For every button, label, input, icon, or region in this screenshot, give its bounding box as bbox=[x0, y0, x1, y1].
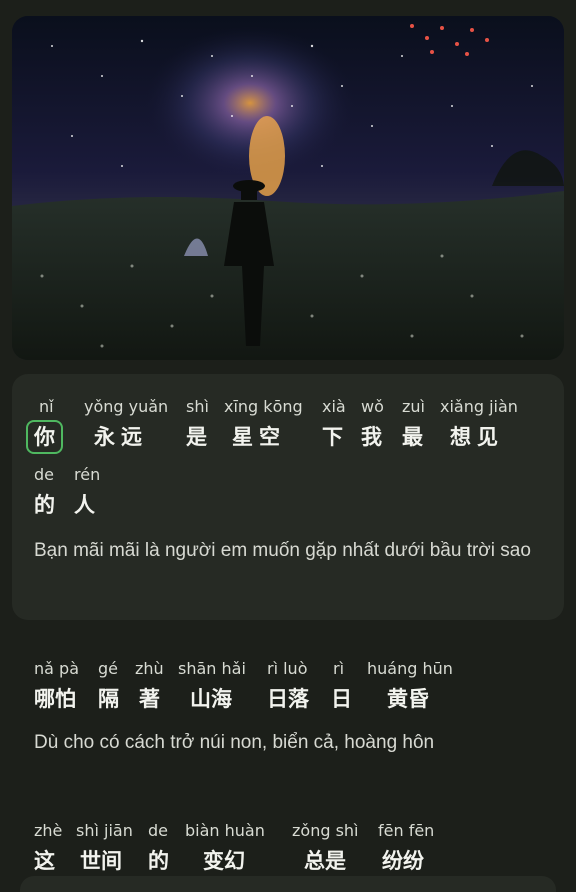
lyric-word[interactable]: shì jiān 世间 bbox=[76, 820, 133, 878]
hanzi: 的 bbox=[148, 849, 175, 873]
lyric-word[interactable]: rì luò 日落 bbox=[267, 658, 309, 716]
pinyin: shān hǎi bbox=[178, 659, 246, 678]
translation-text: Bạn mãi mãi là người em muốn gặp nhất dư… bbox=[34, 540, 531, 561]
pinyin: shì jiān bbox=[76, 821, 133, 840]
pinyin: zhù bbox=[135, 659, 164, 678]
hanzi: 人 bbox=[74, 493, 101, 517]
lyric-line-1[interactable]: nǐ 你 yǒng yuǎn 永远 shì 是 xīng kōng 星空 xià… bbox=[12, 374, 564, 620]
video-frame[interactable] bbox=[12, 16, 564, 360]
pinyin: huáng hūn bbox=[367, 659, 453, 678]
hanzi: 日 bbox=[331, 687, 358, 711]
hanzi: 山海 bbox=[190, 687, 232, 711]
pinyin: de bbox=[34, 465, 54, 484]
pinyin: biàn huàn bbox=[185, 821, 265, 840]
lyric-word[interactable]: xiǎng jiàn 想见 bbox=[440, 396, 518, 454]
lyric-word[interactable]: rì 日 bbox=[331, 658, 358, 716]
pinyin: zuì bbox=[402, 397, 425, 416]
hanzi: 纷纷 bbox=[382, 849, 424, 873]
hanzi: 日落 bbox=[267, 687, 309, 711]
lyric-line-2[interactable]: nǎ pà 哪怕 gé 隔 zhù 著 shān hǎi 山海 rì luò 日… bbox=[12, 636, 564, 786]
starry-night-image bbox=[12, 16, 564, 360]
pinyin: fēn fēn bbox=[378, 821, 435, 840]
pinyin: nǐ bbox=[39, 397, 54, 416]
lyric-word[interactable]: de 的 bbox=[34, 464, 61, 522]
lyric-word[interactable]: nǎ pà 哪怕 bbox=[34, 658, 79, 716]
lyric-word[interactable]: zhù 著 bbox=[135, 658, 166, 716]
pinyin: rén bbox=[74, 465, 101, 484]
hanzi: 最 bbox=[402, 425, 429, 449]
hanzi: 隔 bbox=[98, 687, 125, 711]
hanzi-highlighted: 你 bbox=[26, 420, 63, 454]
pinyin: gé bbox=[98, 659, 118, 678]
pinyin: yǒng yuǎn bbox=[84, 397, 169, 416]
lyric-word[interactable]: xià 下 bbox=[322, 396, 349, 454]
hanzi: 星空 bbox=[232, 425, 286, 449]
next-lyric-card[interactable] bbox=[20, 876, 556, 892]
hanzi: 的 bbox=[34, 493, 61, 517]
hanzi: 哪怕 bbox=[34, 687, 76, 711]
pinyin: xīng kōng bbox=[224, 397, 303, 416]
lyric-word[interactable]: de 的 bbox=[148, 820, 175, 878]
pinyin: rì bbox=[333, 659, 345, 678]
translation-text: Dù cho có cách trở núi non, biển cả, hoà… bbox=[34, 732, 435, 753]
lyric-word[interactable]: biàn huàn 变幻 bbox=[185, 820, 265, 878]
pinyin: xiǎng jiàn bbox=[440, 397, 518, 416]
pinyin: wǒ bbox=[361, 397, 384, 416]
pinyin: de bbox=[148, 821, 168, 840]
lyric-line-3[interactable]: zhè 这 shì jiān 世间 de 的 biàn huàn 变幻 zǒng… bbox=[12, 798, 564, 878]
hanzi: 变幻 bbox=[203, 849, 245, 873]
hanzi: 想见 bbox=[450, 425, 504, 449]
hanzi: 这 bbox=[34, 849, 61, 873]
hanzi: 我 bbox=[361, 425, 388, 449]
lyric-word[interactable]: zhè 这 bbox=[34, 820, 62, 878]
lyric-word[interactable]: rén 人 bbox=[74, 464, 101, 522]
pinyin: zǒng shì bbox=[292, 821, 359, 840]
word-row: de 的 rén 人 bbox=[34, 464, 544, 520]
lyric-word[interactable]: shì 是 bbox=[186, 396, 213, 454]
word-row: nǎ pà 哪怕 gé 隔 zhù 著 shān hǎi 山海 rì luò 日… bbox=[34, 658, 544, 714]
pinyin: nǎ pà bbox=[34, 659, 79, 678]
pinyin: rì luò bbox=[267, 659, 308, 678]
hanzi: 总是 bbox=[304, 849, 346, 873]
lyric-word[interactable]: wǒ 我 bbox=[361, 396, 388, 454]
hanzi: 永远 bbox=[94, 425, 148, 449]
hanzi: 著 bbox=[139, 687, 166, 711]
pinyin: shì bbox=[186, 397, 209, 416]
lyric-word[interactable]: xīng kōng 星空 bbox=[224, 396, 303, 454]
lyric-word[interactable]: zuì 最 bbox=[402, 396, 429, 454]
lyric-word[interactable]: gé 隔 bbox=[98, 658, 125, 716]
word-row: nǐ 你 yǒng yuǎn 永远 shì 是 xīng kōng 星空 xià… bbox=[26, 396, 544, 454]
pinyin: zhè bbox=[34, 821, 63, 840]
hanzi: 世间 bbox=[80, 849, 122, 873]
lyric-word[interactable]: yǒng yuǎn 永远 bbox=[84, 396, 168, 454]
lyric-word[interactable]: fēn fēn 纷纷 bbox=[378, 820, 434, 878]
lyric-word[interactable]: shān hǎi 山海 bbox=[178, 658, 246, 716]
hanzi: 下 bbox=[322, 425, 349, 449]
lyric-word[interactable]: huáng hūn 黄昏 bbox=[367, 658, 453, 716]
lyric-word[interactable]: zǒng shì 总是 bbox=[292, 820, 359, 878]
lyric-word[interactable]: nǐ 你 bbox=[26, 396, 63, 454]
word-row: zhè 这 shì jiān 世间 de 的 biàn huàn 变幻 zǒng… bbox=[34, 820, 544, 876]
hanzi: 是 bbox=[186, 425, 213, 449]
lyrics-page: nǐ 你 yǒng yuǎn 永远 shì 是 xīng kōng 星空 xià… bbox=[0, 0, 576, 892]
pinyin: xià bbox=[322, 397, 346, 416]
hanzi: 黄昏 bbox=[387, 687, 429, 711]
